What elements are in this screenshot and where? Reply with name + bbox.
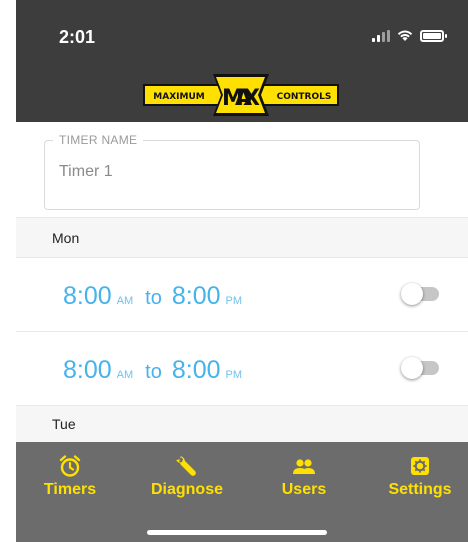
alarm-clock-icon	[59, 455, 81, 477]
gear-icon	[411, 457, 429, 475]
day-label: Mon	[52, 230, 80, 246]
tab-timers[interactable]: Timers	[38, 454, 102, 499]
time-range[interactable]: 8:00 AM to 8:00 PM	[63, 356, 254, 385]
status-time: 2:01	[59, 27, 96, 47]
start-ampm: AM	[116, 369, 134, 381]
timer-name-input[interactable]	[59, 163, 389, 181]
enable-toggle[interactable]	[401, 357, 439, 379]
tab-label: Timers	[43, 481, 97, 498]
status-icons	[372, 29, 447, 42]
tab-users[interactable]: Users	[274, 454, 334, 499]
logo-left-text: MAXIMUM	[153, 92, 204, 102]
end-time[interactable]: 8:00	[172, 282, 221, 311]
range-separator: to	[145, 361, 162, 383]
tab-label: Settings	[388, 481, 452, 498]
toggle-knob	[401, 357, 423, 379]
app-screen: 2:01 MAXIMUM MAX CONTROLS TIMER NAME Tim…	[16, 0, 468, 542]
wifi-icon	[397, 30, 413, 41]
maximum-controls-logo: MAXIMUM MAX CONTROLS	[143, 74, 339, 116]
end-ampm: PM	[225, 295, 243, 307]
range-separator: to	[145, 287, 162, 309]
timer-form: TIMER NAME Mon 8:00 AM to 8:00 PM 8:00 A…	[16, 122, 468, 442]
signal-icon	[372, 29, 390, 42]
end-time[interactable]: 8:00	[172, 356, 221, 385]
start-time[interactable]: 8:00	[63, 356, 112, 385]
tab-label: Diagnose	[150, 481, 223, 498]
time-range[interactable]: 8:00 AM to 8:00 PM	[63, 282, 254, 311]
home-indicator[interactable]	[147, 530, 327, 535]
time-range-row[interactable]: 8:00 AM to 8:00 PM	[16, 257, 468, 331]
enable-toggle[interactable]	[401, 283, 439, 305]
day-label: Tue	[52, 416, 76, 432]
toggle-knob	[401, 283, 423, 305]
tab-settings[interactable]: Settings	[380, 454, 460, 499]
end-ampm: PM	[225, 369, 243, 381]
app-header: 2:01 MAXIMUM MAX CONTROLS	[16, 0, 468, 122]
logo-center-text: MAX	[222, 86, 260, 111]
wrench-icon	[176, 456, 196, 476]
day-header-tue: Tue	[16, 405, 468, 442]
start-ampm: AM	[116, 295, 134, 307]
timer-name-label: TIMER NAME	[53, 133, 144, 147]
users-icon	[293, 459, 315, 474]
bottom-tab-bar: Timers Diagnose Users Settings	[16, 442, 468, 542]
battery-icon	[420, 29, 447, 42]
tab-diagnose[interactable]: Diagnose	[139, 454, 235, 499]
time-range-row[interactable]: 8:00 AM to 8:00 PM	[16, 331, 468, 405]
start-time[interactable]: 8:00	[63, 282, 112, 311]
logo-right-text: CONTROLS	[277, 92, 332, 102]
day-header-mon: Mon	[16, 217, 468, 257]
tab-label: Users	[281, 481, 327, 498]
timer-name-field[interactable]: TIMER NAME	[44, 133, 420, 210]
